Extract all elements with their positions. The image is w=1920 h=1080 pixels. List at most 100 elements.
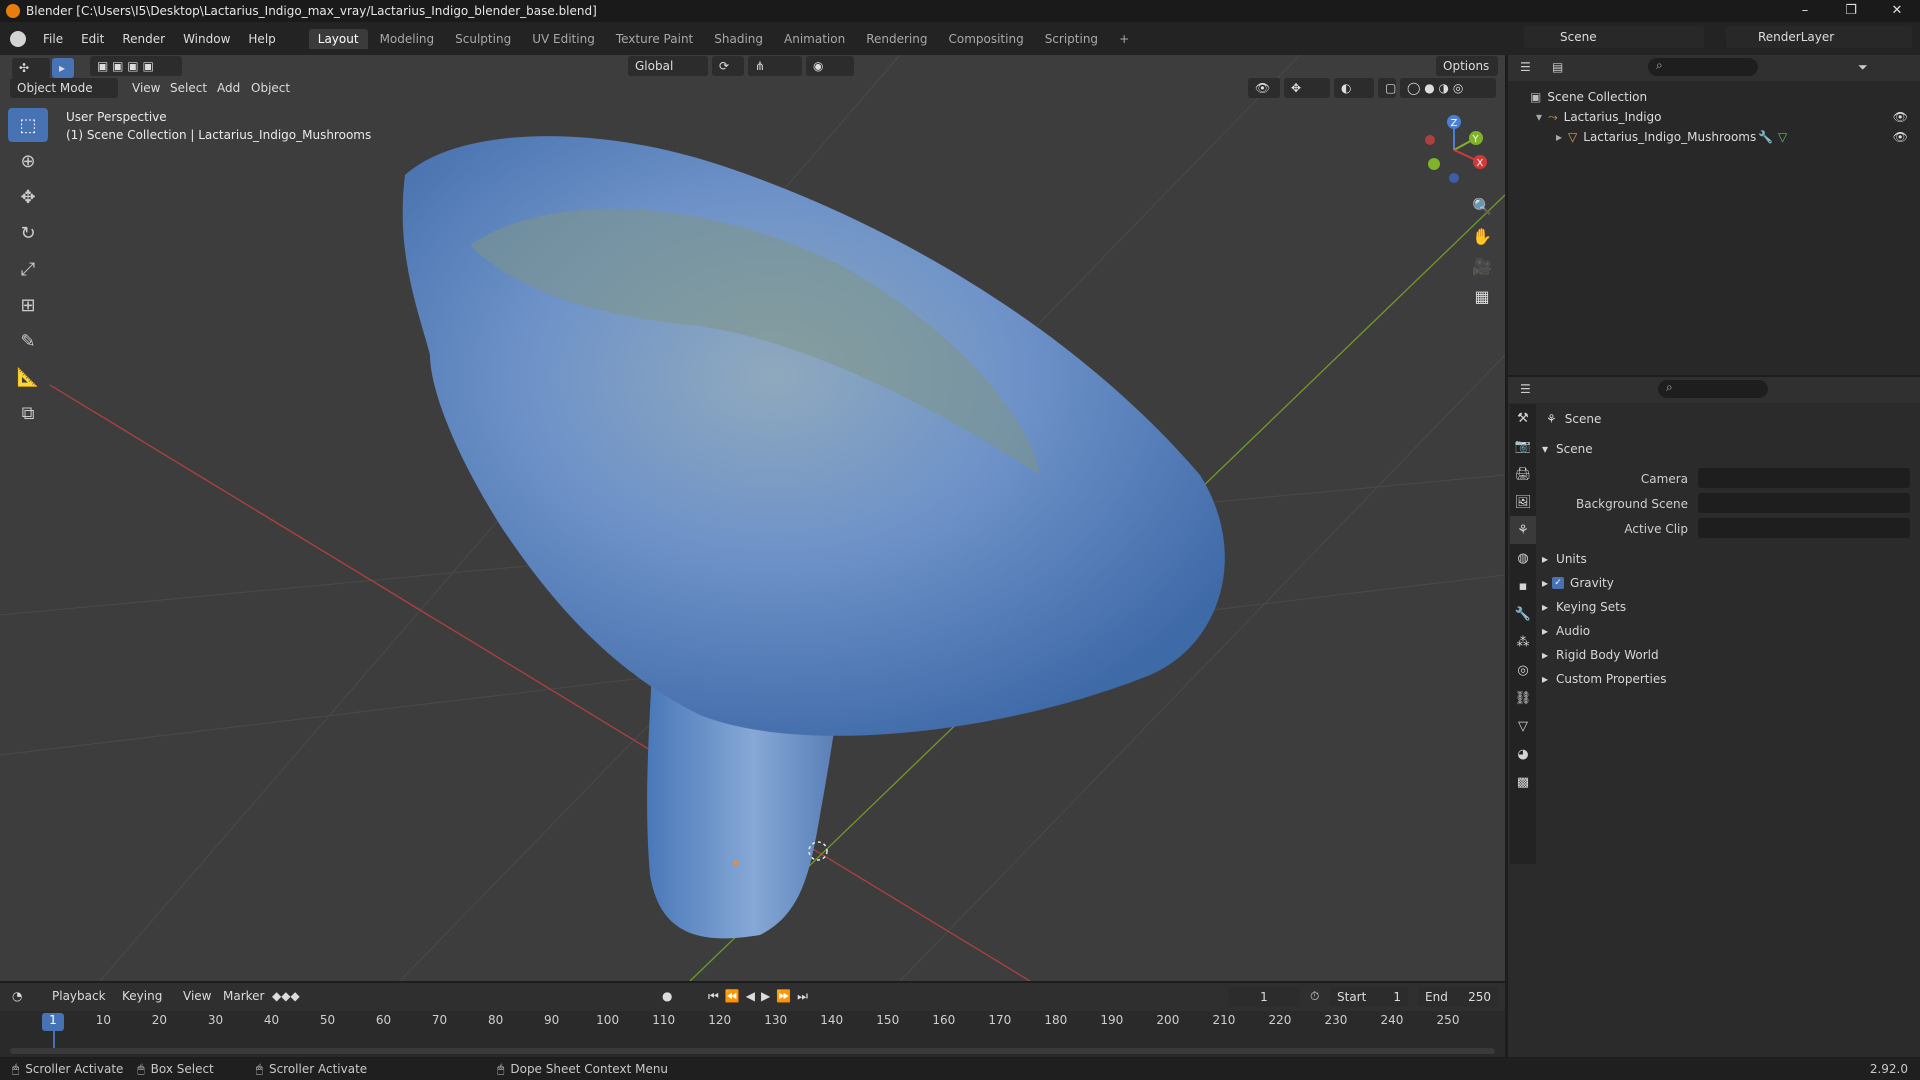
tab-rendering[interactable]: Rendering	[857, 29, 936, 49]
visibility-eye-icon[interactable]: 👁	[1893, 130, 1908, 144]
timeline-menu-view[interactable]: View	[183, 989, 211, 1003]
outliner-row-scene-collection[interactable]: ▣ Scene Collection	[1508, 87, 1920, 107]
data-tab-icon[interactable]: ▽	[1510, 712, 1536, 740]
viewport-menu-select[interactable]: Select	[170, 81, 207, 95]
keyframe-icon[interactable]: ◆◆◆	[272, 989, 300, 1003]
timeline-editor-icon[interactable]: ◔	[12, 989, 22, 1003]
background-scene-field[interactable]	[1698, 493, 1910, 513]
expand-arrow-icon[interactable]: ▸	[1542, 552, 1548, 566]
viewport-menu-view[interactable]: View	[132, 81, 160, 95]
collapse-arrow-icon[interactable]: ▾	[1542, 442, 1548, 456]
gravity-section[interactable]: ▸ ✓ Gravity	[1542, 572, 1614, 594]
select-mode-button[interactable]: ▸	[52, 58, 74, 78]
gizmo-toggle-icon[interactable]: ✥	[1284, 78, 1330, 98]
playback-controls-icon[interactable]: ⏮⏪◀▶⏩⏭	[708, 989, 814, 1004]
mesh-data-icon[interactable]: ▽	[1778, 130, 1787, 144]
end-frame-field[interactable]: End 250	[1418, 987, 1498, 1007]
selection-modes[interactable]: ▣ ▣ ▣ ▣	[90, 56, 182, 76]
add-cube-tool-icon[interactable]: ⧉	[8, 396, 48, 430]
move-tool-icon[interactable]: ✥	[8, 180, 48, 214]
add-workspace-button[interactable]: +	[1110, 29, 1138, 49]
minimize-button[interactable]: –	[1782, 0, 1828, 22]
shading-modes[interactable]: ◯ ● ◑ ◎	[1400, 78, 1496, 98]
visibility-icon[interactable]: 👁	[1248, 78, 1280, 98]
units-section[interactable]: ▸ Units	[1542, 548, 1587, 570]
gravity-checkbox[interactable]: ✓	[1552, 577, 1565, 589]
timeline-scrollbar[interactable]	[10, 1048, 1495, 1054]
select-box-tool-icon[interactable]: ⬚	[8, 108, 48, 142]
render-tab-icon[interactable]: 📷	[1510, 432, 1536, 460]
viewport-menu-object[interactable]: Object	[251, 81, 290, 95]
3d-viewport[interactable]	[0, 55, 1505, 981]
custom-properties-section[interactable]: ▸ Custom Properties	[1542, 668, 1666, 690]
gizmo-neg-x-icon[interactable]	[1425, 135, 1435, 145]
blender-menu-icon[interactable]	[10, 30, 26, 47]
scene-tab-icon[interactable]: ⚘	[1510, 516, 1536, 544]
transform-orientation[interactable]: Global	[628, 56, 708, 76]
gizmo-neg-z-icon[interactable]	[1449, 173, 1459, 183]
rigid-body-world-section[interactable]: ▸ Rigid Body World	[1542, 644, 1659, 666]
object-tab-icon[interactable]: ▪	[1510, 572, 1536, 600]
editor-type-button[interactable]: ✣	[12, 58, 50, 78]
tool-tab-icon[interactable]: ⚒	[1510, 404, 1536, 432]
expand-arrow-icon[interactable]: ▾	[1536, 110, 1542, 124]
xray-icon[interactable]: ▢	[1378, 78, 1396, 98]
timeline-menu-keying[interactable]: Keying	[122, 989, 162, 1003]
zoom-icon[interactable]: 🔍	[1468, 192, 1496, 220]
expand-arrow-icon[interactable]: ▸	[1542, 648, 1548, 662]
visibility-eye-icon[interactable]: 👁	[1893, 110, 1908, 124]
tab-scripting[interactable]: Scripting	[1036, 29, 1107, 49]
close-button[interactable]: ✕	[1874, 0, 1920, 22]
modifier-wrench-icon[interactable]: 🔧	[1758, 130, 1773, 144]
maximize-button[interactable]: ❐	[1828, 0, 1874, 22]
display-mode-icon[interactable]: ▤	[1552, 60, 1563, 74]
timeline-menu-playback[interactable]: Playback	[52, 989, 106, 1003]
tab-modeling[interactable]: Modeling	[371, 29, 444, 49]
properties-editor-icon[interactable]: ☰	[1520, 382, 1531, 396]
world-tab-icon[interactable]: ◍	[1510, 544, 1536, 572]
cursor-tool-icon[interactable]: ⊕	[8, 144, 48, 178]
start-frame-field[interactable]: Start 1	[1330, 987, 1408, 1007]
view-layer-tab-icon[interactable]: 🖼	[1510, 488, 1536, 516]
timeline-menu-marker[interactable]: Marker	[223, 989, 264, 1003]
constraints-tab-icon[interactable]: ⛓	[1510, 684, 1536, 712]
outliner-row-collection[interactable]: ▾ ⤳ Lactarius_Indigo 👁	[1508, 107, 1920, 127]
annotate-tool-icon[interactable]: ✎	[8, 324, 48, 358]
menu-window[interactable]: Window	[174, 32, 239, 46]
ortho-grid-icon[interactable]: ▦	[1468, 282, 1496, 310]
camera-field[interactable]	[1698, 468, 1910, 488]
tab-texture-paint[interactable]: Texture Paint	[607, 29, 702, 49]
scale-tool-icon[interactable]: ⤢	[8, 252, 48, 286]
navigation-gizmo[interactable]: Z Y X	[1410, 110, 1490, 190]
outliner-row-object[interactable]: ▸ ▽ Lactarius_Indigo_Mushrooms 🔧 ▽ 👁	[1508, 127, 1920, 147]
snap-icon[interactable]: ⋔	[748, 56, 802, 76]
filter-icon[interactable]: ⏷	[1858, 60, 1868, 75]
viewport-menu-add[interactable]: Add	[217, 81, 240, 95]
physics-tab-icon[interactable]: ◎	[1510, 656, 1536, 684]
audio-section[interactable]: ▸ Audio	[1542, 620, 1590, 642]
outliner-search-input[interactable]: ⌕	[1648, 58, 1758, 76]
measure-tool-icon[interactable]: 📐	[8, 360, 48, 394]
expand-arrow-icon[interactable]: ▸	[1542, 624, 1548, 638]
texture-tab-icon[interactable]: ▩	[1510, 768, 1536, 796]
render-layer-selector[interactable]: RenderLayer	[1726, 26, 1912, 48]
options-dropdown[interactable]: Options	[1436, 56, 1498, 76]
tab-compositing[interactable]: Compositing	[939, 29, 1032, 49]
scene-selector[interactable]: Scene	[1524, 26, 1704, 48]
keying-sets-section[interactable]: ▸ Keying Sets	[1542, 596, 1626, 618]
output-tab-icon[interactable]: 🖨	[1510, 460, 1536, 488]
active-clip-field[interactable]	[1698, 518, 1910, 538]
pan-hand-icon[interactable]: ✋	[1468, 222, 1496, 250]
pivot-icon[interactable]: ⟳	[712, 56, 744, 76]
tab-sculpting[interactable]: Sculpting	[446, 29, 520, 49]
record-icon[interactable]: ●	[662, 989, 672, 1003]
expand-arrow-icon[interactable]: ▸	[1542, 576, 1548, 590]
object-mode-dropdown[interactable]: Object Mode	[10, 78, 118, 98]
menu-edit[interactable]: Edit	[72, 32, 113, 46]
outliner-editor-icon[interactable]: ☰	[1520, 60, 1531, 74]
tab-uv-editing[interactable]: UV Editing	[523, 29, 604, 49]
expand-arrow-icon[interactable]: ▸	[1542, 672, 1548, 686]
material-tab-icon[interactable]: ◕	[1510, 740, 1536, 768]
scene-panel-header[interactable]: ▾ Scene	[1542, 438, 1593, 460]
proportional-edit-icon[interactable]: ◉	[806, 56, 854, 76]
